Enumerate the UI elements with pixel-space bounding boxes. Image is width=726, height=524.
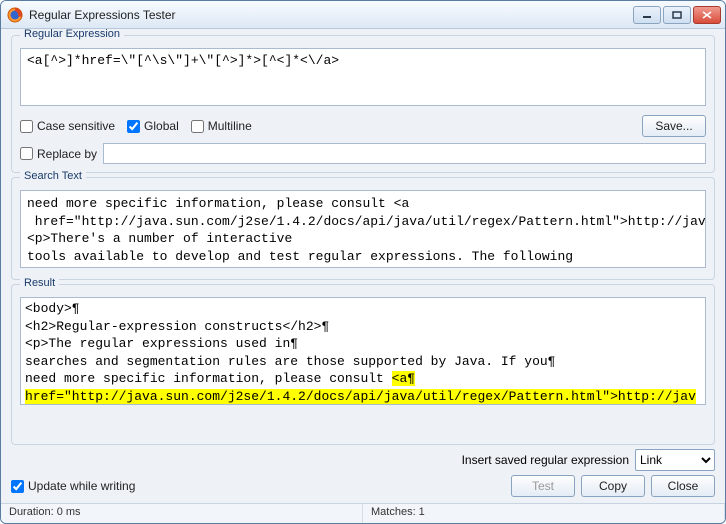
replace-option[interactable]: Replace by [20,147,97,161]
result-group: Result <body>¶ <h2>Regular-expression co… [11,284,715,445]
update-while-writing-label: Update while writing [28,479,135,493]
statusbar: Duration: 0 ms Matches: 1 [1,503,725,523]
app-icon [7,7,23,23]
regex-input[interactable]: <a[^>]*href=\"[^\s\"]+\"[^>]*>[^<]*<\/a> [20,48,706,106]
regex-group-title: Regular Expression [20,29,124,40]
result-pre: <body>¶ <h2>Regular-expression construct… [25,301,556,386]
multiline-checkbox[interactable] [191,120,204,133]
minimize-button[interactable] [633,6,661,24]
copy-button[interactable]: Copy [581,475,645,497]
global-option[interactable]: Global [127,119,179,133]
result-output[interactable]: <body>¶ <h2>Regular-expression construct… [20,297,706,405]
multiline-option[interactable]: Multiline [191,119,252,133]
close-button[interactable]: Close [651,475,715,497]
options-row: Case sensitive Global Multiline Save... [20,115,706,137]
content-area: Regular Expression <a[^>]*href=\"[^\s\"]… [1,29,725,445]
global-checkbox[interactable] [127,120,140,133]
replace-label: Replace by [37,147,97,161]
update-while-writing-checkbox[interactable] [11,480,24,493]
update-while-writing-option[interactable]: Update while writing [11,479,135,493]
insert-label: Insert saved regular expression [462,453,629,467]
global-label: Global [144,119,179,133]
case-sensitive-label: Case sensitive [37,119,115,133]
case-sensitive-option[interactable]: Case sensitive [20,119,115,133]
save-button[interactable]: Save... [642,115,706,137]
replace-checkbox[interactable] [20,147,33,160]
result-title: Result [20,277,59,289]
search-text-input[interactable]: need more specific information, please c… [20,190,706,268]
replace-input[interactable] [103,143,706,164]
status-matches: Matches: 1 [363,504,725,523]
search-text-title: Search Text [20,170,86,182]
multiline-label: Multiline [208,119,252,133]
close-window-button[interactable] [693,6,721,24]
test-button[interactable]: Test [511,475,575,497]
search-text-group: Search Text need more specific informati… [11,177,715,280]
status-duration: Duration: 0 ms [1,504,363,523]
window-buttons [633,6,721,24]
case-sensitive-checkbox[interactable] [20,120,33,133]
titlebar: Regular Expressions Tester [1,1,725,29]
replace-row: Replace by [20,143,706,164]
app-window: Regular Expressions Tester Regular Expre… [0,0,726,524]
window-title: Regular Expressions Tester [29,8,633,22]
saved-regex-select[interactable]: Link [635,449,715,471]
insert-row: Insert saved regular expression Link [1,445,725,473]
regex-group: Regular Expression <a[^>]*href=\"[^\s\"]… [11,35,715,173]
action-row: Update while writing Test Copy Close [1,473,725,503]
maximize-button[interactable] [663,6,691,24]
